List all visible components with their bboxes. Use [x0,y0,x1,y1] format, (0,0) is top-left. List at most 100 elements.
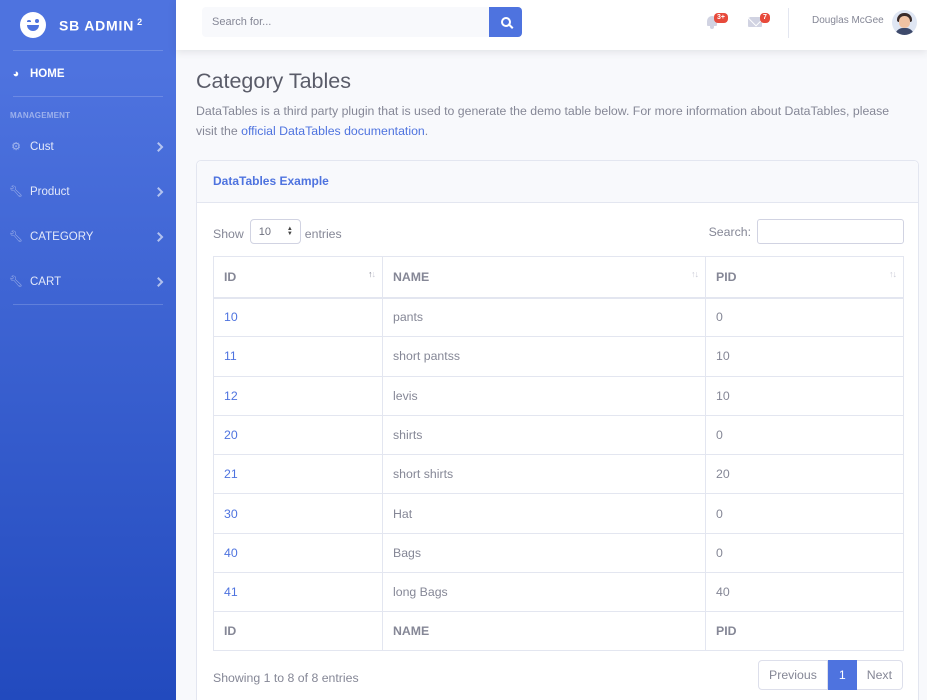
sidebar-item-cust[interactable]: ⚙ Cust [0,124,176,169]
laugh-wink-icon [20,12,46,38]
column-header-pid[interactable]: PID ↑↓ [705,256,904,299]
cell-name: Hat [382,493,706,534]
search-input[interactable] [202,7,489,37]
column-header-label: ID [224,269,237,284]
sidebar-item-product[interactable]: 🔧︎ Product [0,169,176,214]
column-header-name[interactable]: NAME ↑↓ [382,256,706,299]
datatable-controls: Show 10 ▲ ▼ entries Search: [213,219,904,245]
table-row: 10 pants 0 [213,296,904,338]
sidebar: SB ADMIN 2 ◕ HOME MANAGEMENT ⚙ Cust 🔧︎ Pr… [0,0,176,700]
intro-end: . [424,124,429,138]
cell-name: pants [382,296,706,338]
topbar: 3+ 7 Douglas McGee [176,0,927,50]
messages-badge: 7 [760,13,770,23]
datatable-card: DataTables Example Show 10 ▲ ▼ entries Se… [196,160,919,700]
data-table: ID ↑↓ NAME ↑↓ PID ↑↓ 10 pants 0 11 short pa… [213,256,904,652]
sidebar-divider [13,304,163,305]
table-row: 21 short shirts 20 [213,454,904,495]
previous-page-button[interactable]: Previous [758,660,828,690]
brand-text: SB ADMIN 2 [59,16,143,34]
sidebar-item-label: CART [30,275,62,288]
table-row: 30 Hat 0 [213,493,904,534]
sort-icon: ↑↓ [368,269,376,279]
cell-id[interactable]: 30 [213,493,383,534]
entries-select[interactable]: 10 ▲ ▼ [249,219,301,244]
sidebar-item-label: Product [30,185,70,198]
sidebar-heading: MANAGEMENT [10,111,71,120]
table-search-label: Search: [708,224,751,239]
topbar-divider [788,8,789,38]
search-button[interactable] [489,7,522,37]
dashboard-icon: ◕ [12,67,20,80]
card-title: DataTables Example [213,174,329,188]
alerts-badge: 3+ [714,13,728,23]
cell-name: short shirts [382,454,706,495]
pagination: Previous 1 Next [758,660,903,690]
cell-id[interactable]: 12 [213,375,383,416]
cell-id[interactable]: 11 [213,336,383,377]
wrench-icon: 🔧︎ [9,231,23,243]
table-filter: Search: [709,219,904,244]
cell-pid: 20 [705,454,904,495]
table-search-input[interactable] [757,219,904,244]
cell-name: long Bags [382,572,706,613]
cell-id[interactable]: 21 [213,454,383,495]
user-name[interactable]: Douglas McGee [812,15,884,26]
datatables-docs-link[interactable]: official DataTables documentation [241,124,425,138]
column-footer-name: NAME [382,611,706,652]
cell-name: short pantss [382,336,706,377]
chevron-right-icon [153,276,164,287]
show-label: Show [213,227,244,241]
wrench-icon: 🔧︎ [9,276,23,288]
entries-select-value: 10 [258,225,272,238]
sidebar-brand[interactable]: SB ADMIN 2 [0,0,176,50]
table-row: 41 long Bags 40 [213,572,904,613]
page-title: Category Tables [196,69,351,93]
sidebar-item-home[interactable]: ◕ HOME [0,51,176,96]
entries-label: entries [304,227,342,241]
cell-id[interactable]: 10 [213,296,383,338]
cell-name: shirts [382,414,706,456]
cell-pid: 0 [705,493,904,534]
cog-icon: ⚙ [11,141,21,153]
chevron-right-icon [153,141,164,152]
wrench-icon: 🔧︎ [9,186,23,198]
cell-name: levis [382,375,706,416]
page-intro: DataTables is a third party plugin that … [196,101,896,141]
sidebar-item-label: HOME [30,67,65,80]
column-footer-pid: PID [705,611,904,652]
cell-pid: 40 [705,572,904,613]
sidebar-item-category[interactable]: 🔧︎ CATEGORY [0,214,176,259]
avatar[interactable] [892,10,917,35]
cell-pid: 0 [705,414,904,456]
table-row: 40 Bags 0 [213,532,904,574]
sidebar-item-label: CATEGORY [30,230,94,243]
sort-icon: ↑↓ [889,269,897,279]
sort-icon: ↑↓ [691,269,699,279]
column-footer-id: ID [213,611,383,652]
column-header-label: PID [716,269,737,284]
sidebar-item-label: Cust [30,140,54,153]
table-row: 20 shirts 0 [213,414,904,456]
card-header: DataTables Example [197,161,918,203]
cell-id[interactable]: 41 [213,572,383,613]
cell-id[interactable]: 40 [213,532,383,574]
select-arrows-icon: ▲ ▼ [286,226,293,237]
cell-name: Bags [382,532,706,574]
topbar-search [202,7,522,37]
search-icon [500,17,511,27]
table-info: Showing 1 to 8 of 8 entries [213,671,359,685]
column-header-label: NAME [393,269,430,284]
table-row: 12 levis 10 [213,375,904,416]
length-control: Show 10 ▲ ▼ entries [213,219,342,244]
cell-id[interactable]: 20 [213,414,383,456]
cell-pid: 10 [705,336,904,377]
cell-pid: 0 [705,296,904,338]
column-header-id[interactable]: ID ↑↓ [213,256,383,299]
table-row: 11 short pantss 10 [213,336,904,377]
chevron-right-icon [153,231,164,242]
next-page-button[interactable]: Next [856,660,903,690]
page-1-button[interactable]: 1 [827,660,857,690]
sidebar-item-cart[interactable]: 🔧︎ CART [0,259,176,304]
cell-pid: 10 [705,375,904,416]
